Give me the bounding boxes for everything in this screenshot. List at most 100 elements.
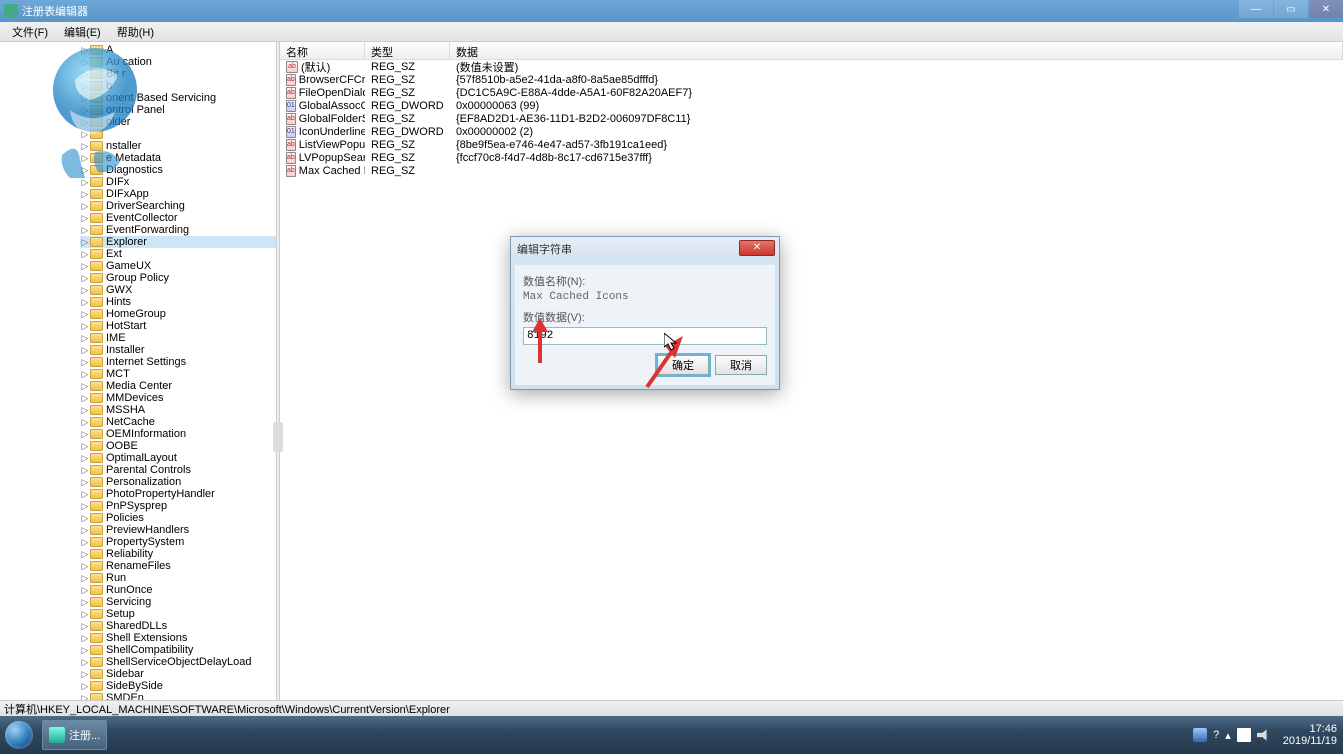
menu-file[interactable]: 文件(F) xyxy=(4,22,56,42)
expand-icon[interactable]: ▷ xyxy=(80,128,90,140)
expand-icon[interactable]: ▷ xyxy=(80,572,90,584)
expand-icon[interactable]: ▷ xyxy=(80,236,90,248)
expand-icon[interactable]: ▷ xyxy=(80,692,90,700)
menu-edit[interactable]: 编辑(E) xyxy=(56,22,109,42)
tree-item[interactable]: ▷OOBE xyxy=(80,440,276,452)
list-row[interactable]: abFileOpenDialogREG_SZ{DC1C5A9C-E88A-4dd… xyxy=(280,86,1343,99)
expand-icon[interactable]: ▷ xyxy=(80,452,90,464)
tree-item[interactable]: ▷Setup xyxy=(80,608,276,620)
tree-item[interactable]: ▷GameUX xyxy=(80,260,276,272)
expand-icon[interactable]: ▷ xyxy=(80,104,90,116)
tree-item[interactable]: ▷PropertySystem xyxy=(80,536,276,548)
expand-icon[interactable]: ▷ xyxy=(80,80,90,92)
col-name[interactable]: 名称 xyxy=(280,42,365,59)
expand-icon[interactable]: ▷ xyxy=(80,380,90,392)
expand-icon[interactable]: ▷ xyxy=(80,188,90,200)
tree-item[interactable]: ▷PhotoPropertyHandler xyxy=(80,488,276,500)
expand-icon[interactable]: ▷ xyxy=(80,320,90,332)
expand-icon[interactable]: ▷ xyxy=(80,560,90,572)
tree-item[interactable]: ▷PnPSysprep xyxy=(80,500,276,512)
expand-icon[interactable]: ▷ xyxy=(80,608,90,620)
taskbar-item-regedit[interactable]: 注册... xyxy=(42,720,107,750)
tree-item[interactable]: ▷Shell Extensions xyxy=(80,632,276,644)
expand-icon[interactable]: ▷ xyxy=(80,332,90,344)
expand-icon[interactable]: ▷ xyxy=(80,200,90,212)
list-row[interactable]: abGlobalFolderSet...REG_SZ{EF8AD2D1-AE36… xyxy=(280,112,1343,125)
expand-icon[interactable]: ▷ xyxy=(80,176,90,188)
expand-icon[interactable]: ▷ xyxy=(80,500,90,512)
tree-item[interactable]: ▷DIFxApp xyxy=(80,188,276,200)
tree-item[interactable]: ▷ShellServiceObjectDelayLoad xyxy=(80,656,276,668)
expand-icon[interactable]: ▷ xyxy=(80,272,90,284)
expand-icon[interactable]: ▷ xyxy=(80,44,90,56)
list-row[interactable]: ab(默认)REG_SZ(数值未设置) xyxy=(280,60,1343,73)
dialog-close-button[interactable]: ✕ xyxy=(739,240,775,256)
expand-icon[interactable]: ▷ xyxy=(80,632,90,644)
tree-item[interactable]: ▷EventCollector xyxy=(80,212,276,224)
tree-item[interactable]: ▷Parental Controls xyxy=(80,464,276,476)
expand-icon[interactable]: ▷ xyxy=(80,428,90,440)
tree-item[interactable]: ▷EventForwarding xyxy=(80,224,276,236)
titlebar[interactable]: 注册表编辑器 — ▭ ✕ xyxy=(0,0,1343,22)
tree-item[interactable]: ▷A xyxy=(80,44,276,56)
list-row[interactable]: abBrowserCFCreat...REG_SZ{57f8510b-a5e2-… xyxy=(280,73,1343,86)
list-header[interactable]: 名称 类型 数据 xyxy=(280,42,1343,60)
tree-item[interactable]: ▷ xyxy=(80,128,276,140)
tree-item[interactable]: ▷ nstaller xyxy=(80,140,276,152)
tray-chevron-icon[interactable]: ▴ xyxy=(1225,729,1231,742)
tree-item[interactable]: ▷RunOnce xyxy=(80,584,276,596)
tree-item[interactable]: ▷PreviewHandlers xyxy=(80,524,276,536)
expand-icon[interactable]: ▷ xyxy=(80,440,90,452)
expand-icon[interactable]: ▷ xyxy=(80,476,90,488)
tree-item[interactable]: ▷Diagnostics xyxy=(80,164,276,176)
expand-icon[interactable]: ▷ xyxy=(80,356,90,368)
expand-icon[interactable]: ▷ xyxy=(80,488,90,500)
list-row[interactable]: abMax Cached Ico...REG_SZ xyxy=(280,164,1343,177)
tree-item[interactable]: ▷Ext xyxy=(80,248,276,260)
splitter-grip[interactable] xyxy=(273,422,283,452)
expand-icon[interactable]: ▷ xyxy=(80,284,90,296)
tree-item[interactable]: ▷ e Metadata xyxy=(80,152,276,164)
expand-icon[interactable]: ▷ xyxy=(80,56,90,68)
tree-pane[interactable]: ▷A▷Au cation▷Bit r▷ b▷ onent Based Servi… xyxy=(0,42,276,700)
tree-item[interactable]: ▷MMDevices xyxy=(80,392,276,404)
tree-item[interactable]: ▷Hints xyxy=(80,296,276,308)
expand-icon[interactable]: ▷ xyxy=(80,344,90,356)
expand-icon[interactable]: ▷ xyxy=(80,140,90,152)
expand-icon[interactable]: ▷ xyxy=(80,596,90,608)
expand-icon[interactable]: ▷ xyxy=(80,668,90,680)
expand-icon[interactable]: ▷ xyxy=(80,308,90,320)
expand-icon[interactable]: ▷ xyxy=(80,164,90,176)
col-type[interactable]: 类型 xyxy=(365,42,450,59)
expand-icon[interactable]: ▷ xyxy=(80,260,90,272)
expand-icon[interactable]: ▷ xyxy=(80,524,90,536)
tree-item[interactable]: ▷Policies xyxy=(80,512,276,524)
expand-icon[interactable]: ▷ xyxy=(80,536,90,548)
tree-item[interactable]: ▷DIFx xyxy=(80,176,276,188)
list-row[interactable]: 01IconUnderlineREG_DWORD0x00000002 (2) xyxy=(280,125,1343,138)
tree-item[interactable]: ▷IME xyxy=(80,332,276,344)
tree-item[interactable]: ▷GWX xyxy=(80,284,276,296)
expand-icon[interactable]: ▷ xyxy=(80,296,90,308)
tree-item[interactable]: ▷Bit r xyxy=(80,68,276,80)
menu-help[interactable]: 帮助(H) xyxy=(109,22,162,42)
expand-icon[interactable]: ▷ xyxy=(80,656,90,668)
ime-tip-icon[interactable] xyxy=(1193,728,1207,742)
list-row[interactable]: abLVPopupSearch...REG_SZ{fccf70c8-f4d7-4… xyxy=(280,151,1343,164)
splitter[interactable] xyxy=(276,42,280,700)
clock[interactable]: 17:46 2019/11/19 xyxy=(1283,723,1337,747)
tree-item[interactable]: ▷Reliability xyxy=(80,548,276,560)
tree-item[interactable]: ▷OEMInformation xyxy=(80,428,276,440)
value-data-input[interactable] xyxy=(523,327,767,345)
list-row[interactable]: 01GlobalAssocCh...REG_DWORD0x00000063 (9… xyxy=(280,99,1343,112)
tree-item[interactable]: ▷SMDEn xyxy=(80,692,276,700)
speaker-icon[interactable] xyxy=(1257,728,1271,742)
tree-item[interactable]: ▷ older xyxy=(80,116,276,128)
expand-icon[interactable]: ▷ xyxy=(80,404,90,416)
list-row[interactable]: abListViewPopup...REG_SZ{8be9f5ea-e746-4… xyxy=(280,138,1343,151)
expand-icon[interactable]: ▷ xyxy=(80,464,90,476)
expand-icon[interactable]: ▷ xyxy=(80,368,90,380)
tree-item[interactable]: ▷Media Center xyxy=(80,380,276,392)
tree-item[interactable]: ▷Explorer xyxy=(80,236,276,248)
tree-item[interactable]: ▷SideBySide xyxy=(80,680,276,692)
